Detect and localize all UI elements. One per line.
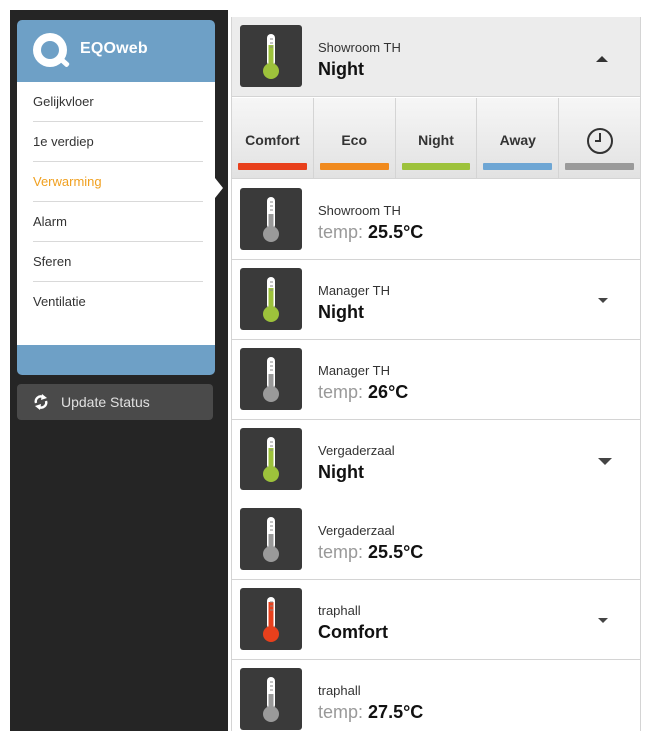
thermostat-row-traphall-mode[interactable]: traphall Comfort (232, 580, 640, 660)
mode-label: Away (499, 132, 536, 148)
thermometer-icon (240, 588, 302, 650)
mode-button-schedule[interactable] (559, 98, 640, 178)
mode-button-comfort[interactable]: Comfort (232, 98, 314, 178)
mode-label: Night (418, 132, 454, 148)
thermometer-icon (240, 428, 302, 490)
thermostat-row-showroom-mode[interactable]: Showroom TH Night (232, 17, 640, 97)
thermostat-name: Manager TH (318, 363, 391, 378)
temp-prefix: temp: (318, 222, 364, 242)
thermometer-icon (240, 188, 302, 250)
mode-selector: Comfort Eco Night Away (232, 98, 640, 179)
thermostat-row-vergaderzaal-temp: Vergaderzaal temp: 25.5°C (232, 500, 640, 580)
clock-icon (586, 128, 613, 154)
thermostat-row-traphall-temp: traphall temp: 27.5°C (232, 660, 640, 731)
thermostat-name: Manager TH (318, 283, 391, 298)
thermostat-row-manager-mode[interactable]: Manager TH Night (232, 260, 640, 340)
thermostat-name: Showroom TH (318, 40, 401, 55)
thermostat-name: Vergaderzaal (318, 523, 395, 538)
thermometer-icon (240, 268, 302, 330)
nav-list: Gelijkvloer 1e verdiep Verwarming Alarm … (17, 82, 215, 345)
temperature-readout: temp: 25.5°C (318, 222, 423, 243)
nav-item-alarm[interactable]: Alarm (33, 202, 203, 242)
mode-color-bar (483, 163, 553, 170)
mode-color-bar (238, 163, 307, 170)
thermometer-icon (240, 508, 302, 570)
nav-item-gelijkvloer[interactable]: Gelijkvloer (33, 82, 203, 122)
temp-value: 25.5°C (368, 222, 424, 242)
thermostat-list: Showroom TH Night Comfort Eco Night Away (231, 17, 641, 731)
logo-text: EQOweb (80, 40, 148, 57)
eqoweb-logo-icon (33, 33, 67, 67)
expand-caret-icon[interactable] (598, 458, 612, 465)
thermostat-row-vergaderzaal-mode[interactable]: Vergaderzaal Night (232, 420, 640, 500)
thermostat-name: traphall (318, 603, 361, 618)
update-status-label: Update Status (61, 394, 150, 410)
mode-color-bar (565, 163, 634, 170)
nav-card: EQOweb Gelijkvloer 1e verdiep Verwarming… (17, 20, 215, 375)
temp-value: 27.5°C (368, 702, 424, 722)
thermostat-mode: Comfort (318, 622, 388, 642)
thermostat-mode: Night (318, 59, 364, 79)
thermometer-icon (240, 348, 302, 410)
mode-color-bar (401, 163, 471, 170)
active-pointer-arrow-icon (215, 178, 223, 198)
nav-item-sferen[interactable]: Sferen (33, 242, 203, 282)
mode-button-night[interactable]: Night (395, 98, 478, 178)
temperature-readout: temp: 27.5°C (318, 702, 423, 723)
temp-value: 26°C (368, 382, 409, 402)
left-panel: EQOweb Gelijkvloer 1e verdiep Verwarming… (10, 10, 228, 731)
thermostat-mode: Night (318, 462, 364, 482)
thermostat-row-manager-temp: Manager TH temp: 26°C (232, 340, 640, 420)
temp-prefix: temp: (318, 702, 364, 722)
mode-color-bar (319, 163, 389, 170)
thermometer-icon (240, 25, 302, 87)
thermostat-name: traphall (318, 683, 361, 698)
nav-item-ventilatie[interactable]: Ventilatie (33, 282, 203, 322)
temperature-readout: temp: 26°C (318, 382, 408, 403)
temp-prefix: temp: (318, 542, 364, 562)
mode-label: Eco (341, 132, 368, 148)
thermostat-mode: Night (318, 302, 364, 322)
nav-item-verwarming[interactable]: Verwarming (33, 162, 203, 202)
mode-button-away[interactable]: Away (477, 98, 560, 178)
temp-prefix: temp: (318, 382, 364, 402)
logo-bar: EQOweb (17, 20, 215, 82)
thermostat-row-showroom-temp: Showroom TH temp: 25.5°C (232, 180, 640, 260)
expand-caret-icon[interactable] (598, 618, 608, 623)
thermometer-icon (240, 668, 302, 730)
mode-button-eco[interactable]: Eco (313, 98, 396, 178)
refresh-icon (34, 394, 48, 410)
thermostat-name: Showroom TH (318, 203, 401, 218)
mode-label: Comfort (245, 132, 300, 148)
expand-caret-icon[interactable] (598, 298, 608, 303)
collapse-caret-icon[interactable] (596, 56, 608, 62)
temperature-readout: temp: 25.5°C (318, 542, 423, 563)
update-status-button[interactable]: Update Status (17, 384, 213, 420)
temp-value: 25.5°C (368, 542, 424, 562)
thermostat-name: Vergaderzaal (318, 443, 395, 458)
nav-item-1e-verdiep[interactable]: 1e verdiep (33, 122, 203, 162)
